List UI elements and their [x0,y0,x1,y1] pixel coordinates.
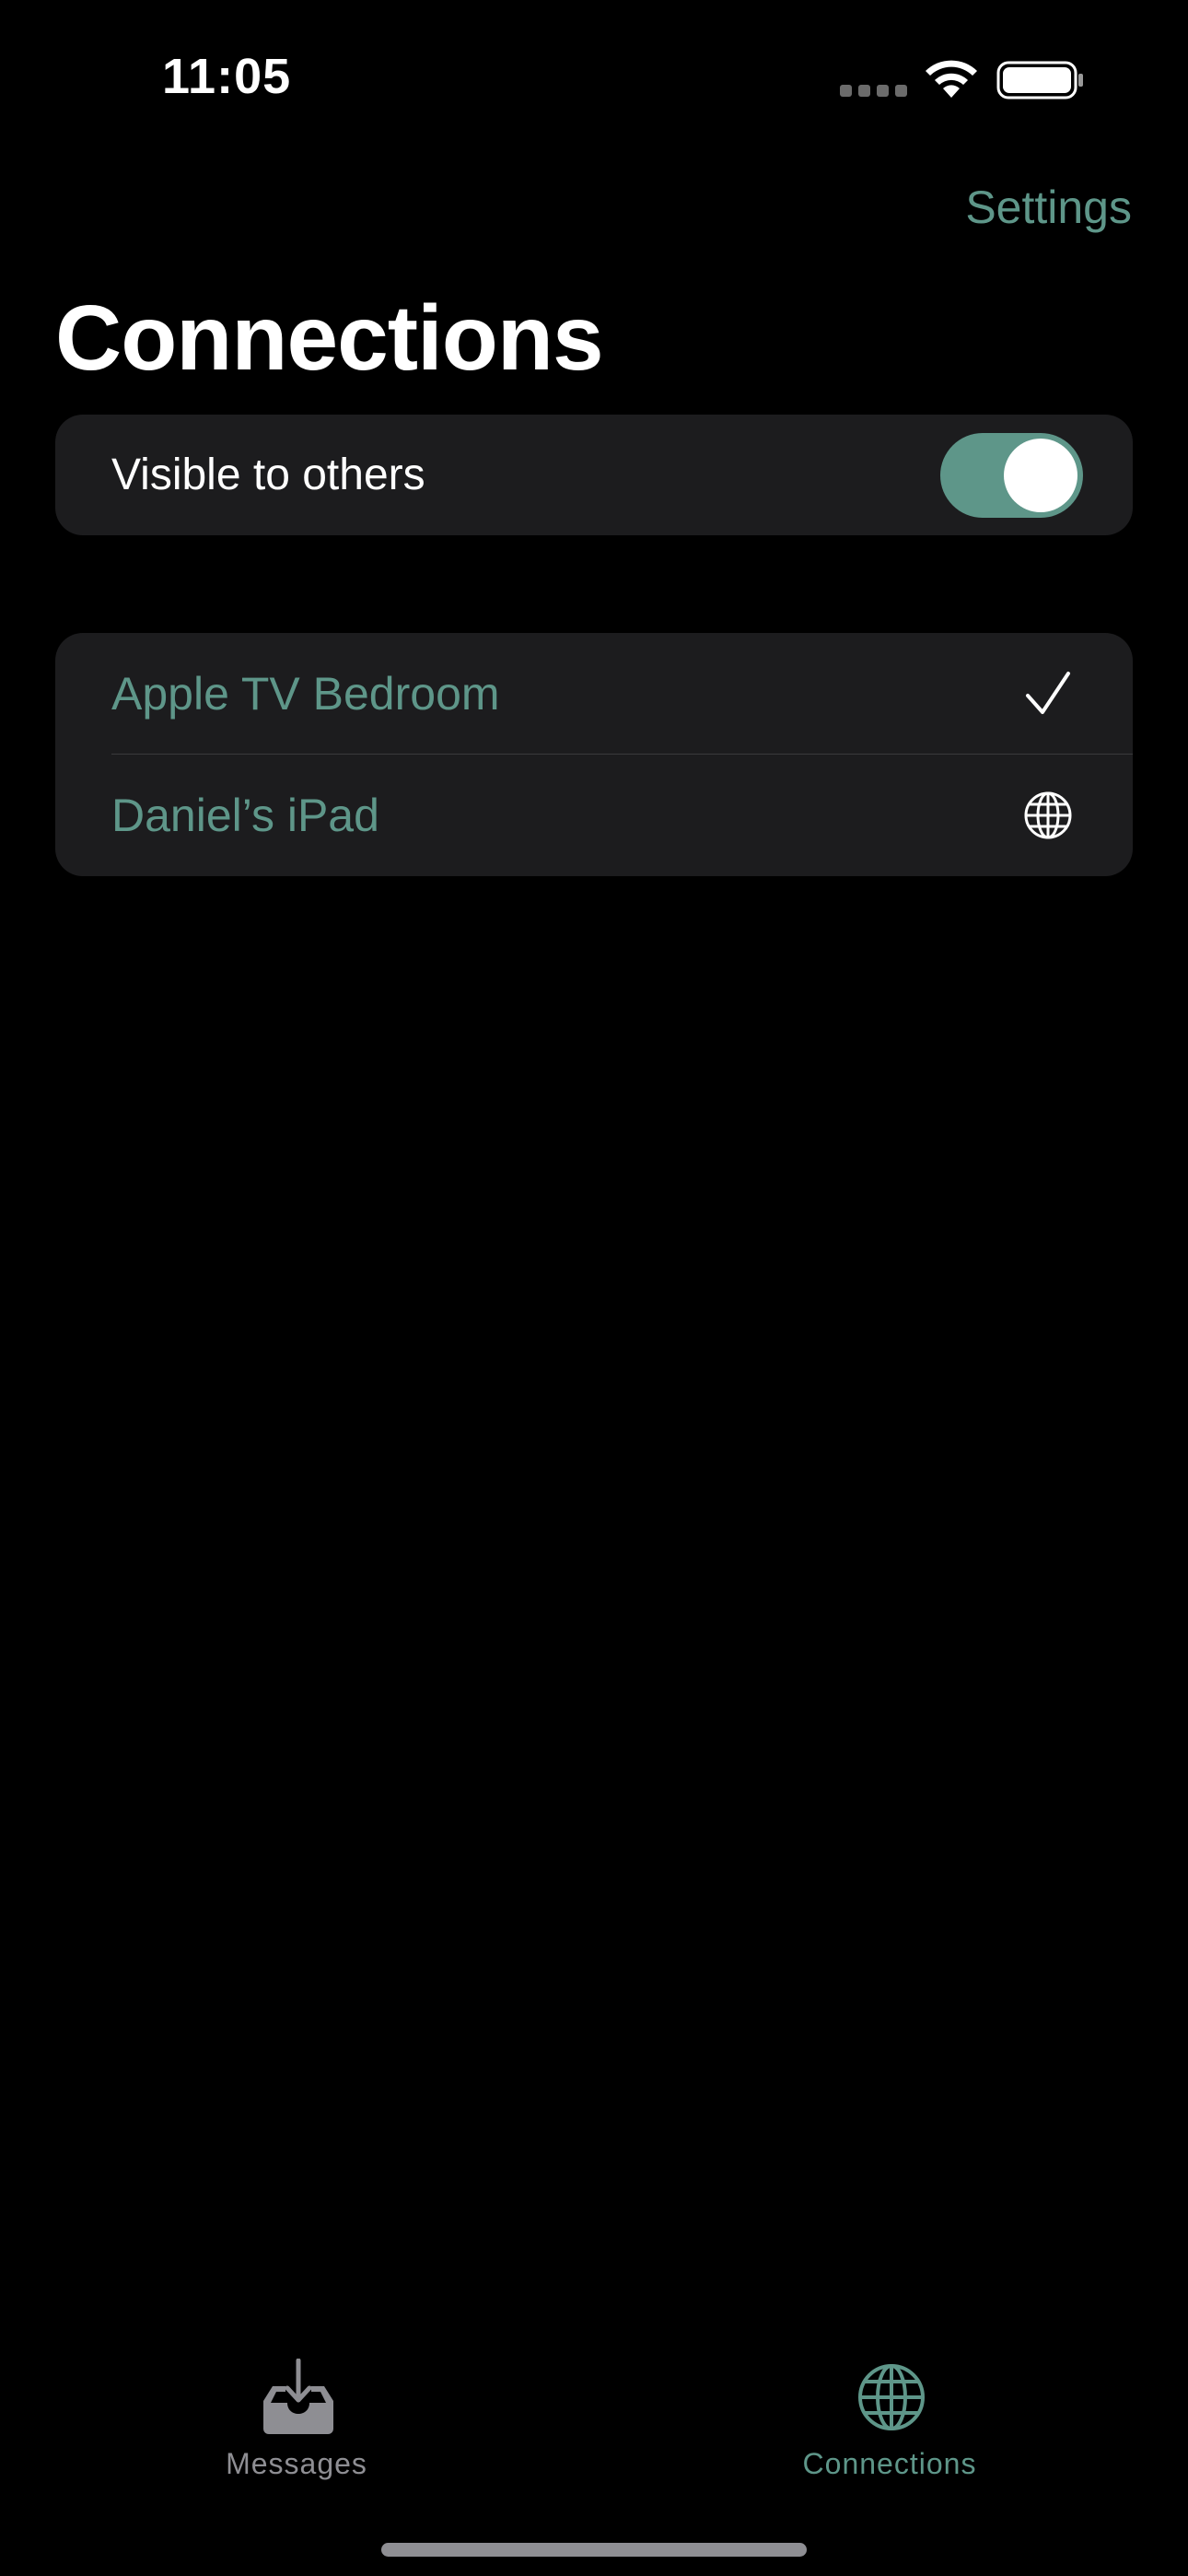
device-row-ipad[interactable]: Daniel’s iPad [55,755,1133,876]
globe-icon [1024,791,1072,839]
visibility-label: Visible to others [111,451,425,499]
visibility-card: Visible to others [55,415,1133,535]
tab-label: Messages [226,2447,367,2480]
tab-connections[interactable]: Connections [705,2359,1074,2488]
devices-list: Apple TV Bedroom Daniel’s iPad [55,633,1133,876]
wifi-icon [926,60,977,98]
tab-label: Connections [802,2447,977,2480]
device-row-apple-tv[interactable]: Apple TV Bedroom [55,633,1133,755]
device-name: Apple TV Bedroom [111,668,500,720]
battery-icon [996,61,1083,100]
checkmark-icon [1026,672,1070,714]
status-time: 11:05 [162,49,292,104]
toggle-knob [1004,439,1077,512]
inbox-download-icon [263,2359,333,2434]
page-title: Connections [55,287,604,390]
globe-icon [858,2364,925,2430]
visibility-toggle[interactable] [940,433,1083,518]
device-name: Daniel’s iPad [111,790,379,841]
status-bar: 11:05 [0,0,1188,157]
signal-icon [840,85,907,97]
home-indicator[interactable] [381,2543,807,2557]
settings-button[interactable]: Settings [965,181,1132,234]
tab-messages[interactable]: Messages [112,2359,481,2488]
